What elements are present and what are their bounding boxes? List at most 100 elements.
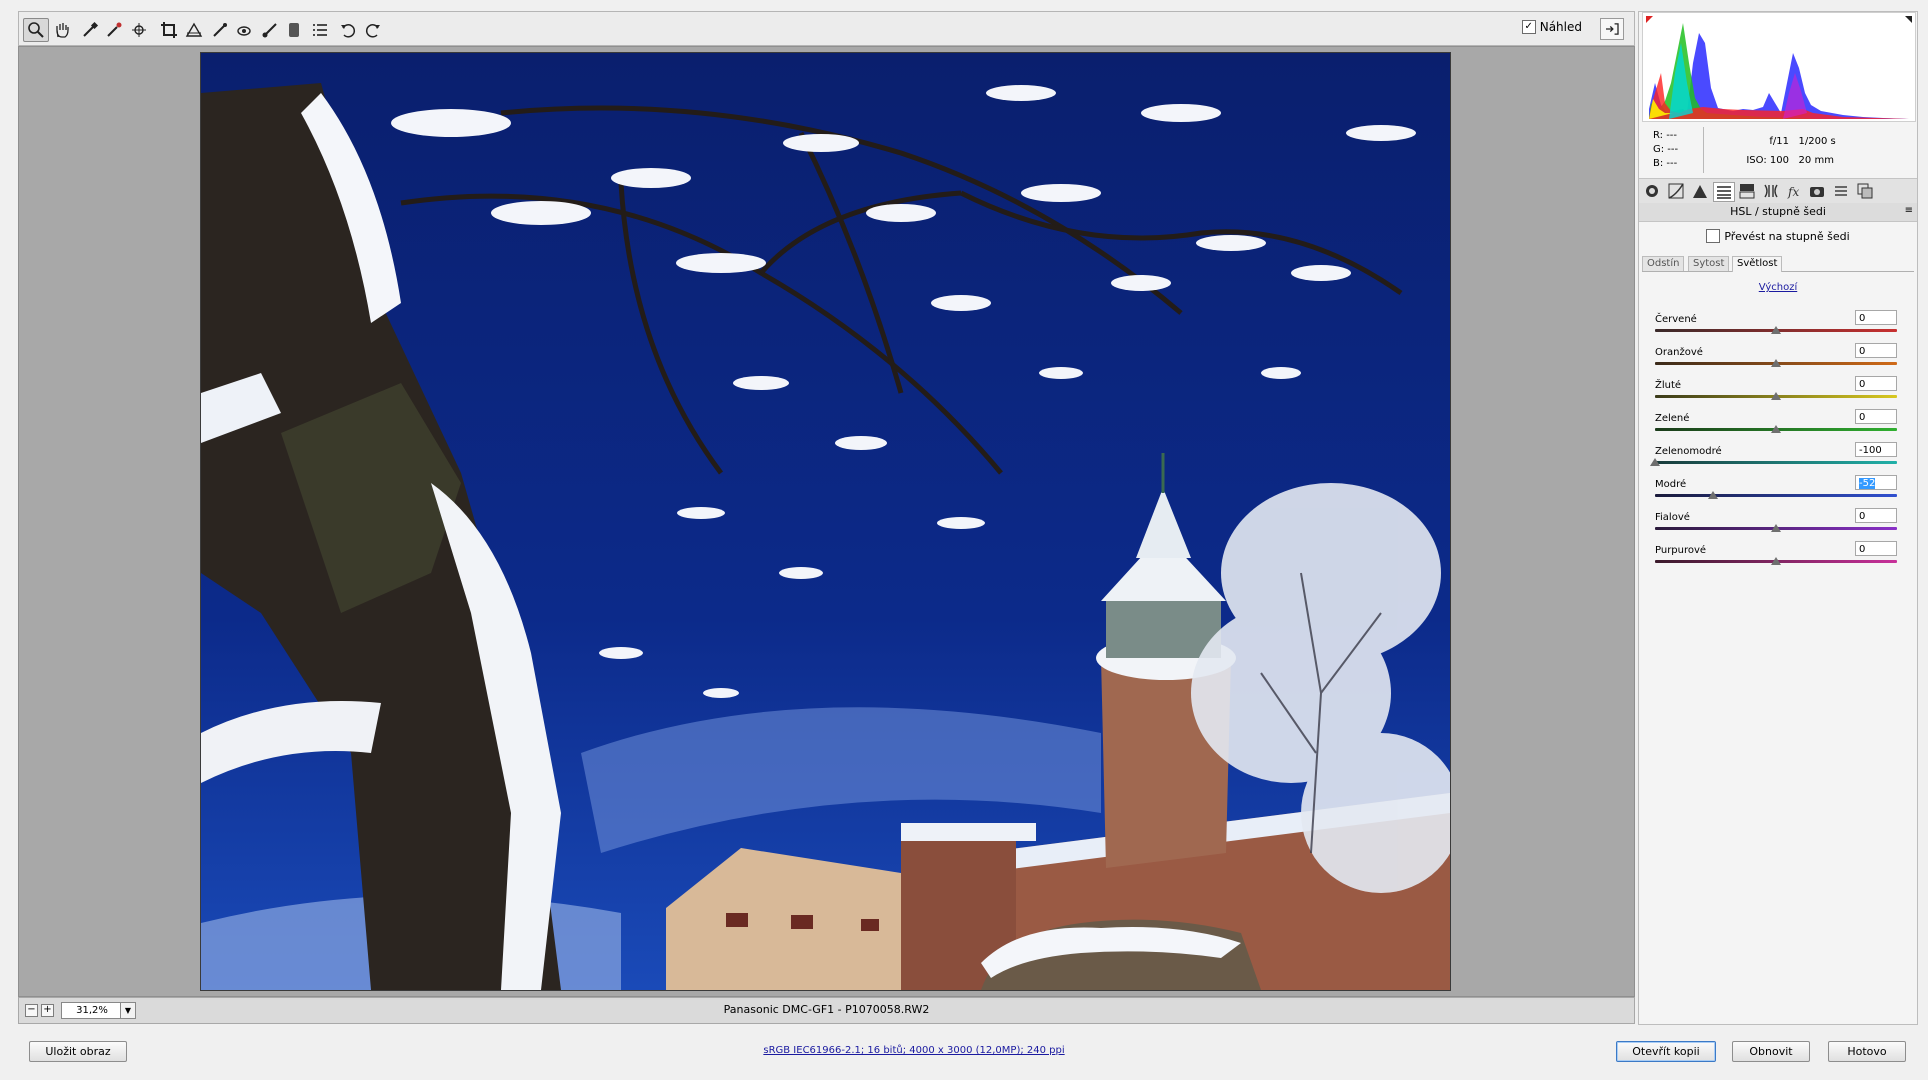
slider-label: Zelené bbox=[1655, 413, 1690, 424]
slider-thumb[interactable] bbox=[1771, 524, 1781, 532]
slider-value-field[interactable]: 0 bbox=[1855, 508, 1897, 523]
toolbar: ✓ Náhled bbox=[18, 11, 1635, 46]
slider-thumb[interactable] bbox=[1771, 392, 1781, 400]
readout-divider bbox=[1703, 127, 1704, 173]
slider-thumb[interactable] bbox=[1771, 425, 1781, 433]
done-button[interactable]: Hotovo bbox=[1828, 1041, 1906, 1062]
graduated-filter-icon[interactable] bbox=[281, 18, 307, 42]
fullscreen-icon[interactable] bbox=[1600, 18, 1624, 40]
focal-length-value: 20 mm bbox=[1798, 155, 1834, 166]
spot-removal-icon[interactable] bbox=[207, 18, 233, 42]
eyedropper-icon[interactable] bbox=[77, 18, 103, 42]
exif-info: f/11 1/200 s ISO: 100 20 mm bbox=[1743, 132, 1836, 170]
slider-value-text: 0 bbox=[1859, 313, 1866, 324]
presets-icon[interactable] bbox=[1831, 182, 1851, 200]
green-readout: G: --- bbox=[1653, 144, 1679, 155]
slider-value-field[interactable]: -100 bbox=[1855, 442, 1897, 457]
slider-label: Oranžové bbox=[1655, 347, 1703, 358]
shutter-value: 1/200 s bbox=[1798, 136, 1836, 147]
histogram bbox=[1642, 12, 1916, 122]
slider-value-field[interactable]: 0 bbox=[1855, 541, 1897, 556]
reset-button[interactable]: Obnovit bbox=[1732, 1041, 1810, 1062]
default-link[interactable]: Výchozí bbox=[1639, 282, 1917, 293]
slider-row-blue: Modré -52 bbox=[1655, 475, 1897, 511]
zoom-tool-icon[interactable] bbox=[23, 18, 49, 42]
list-icon[interactable] bbox=[307, 18, 333, 42]
slider-label: Zelenomodré bbox=[1655, 446, 1722, 457]
slider-row-aqua: Zelenomodré -100 bbox=[1650, 442, 1897, 478]
slider-value-field[interactable]: 0 bbox=[1855, 376, 1897, 391]
slider-thumb[interactable] bbox=[1771, 326, 1781, 334]
rgb-readout: R: --- G: --- B: --- bbox=[1653, 129, 1678, 171]
status-bar: − + 31,2% ▼ Panasonic DMC-GF1 - P1070058… bbox=[18, 997, 1635, 1024]
brush-icon[interactable] bbox=[257, 18, 283, 42]
lens-corrections-icon[interactable] bbox=[1761, 182, 1781, 200]
tab-luminance[interactable]: Světlost bbox=[1732, 256, 1783, 272]
panel-menu-icon[interactable]: ≡ bbox=[1905, 205, 1913, 216]
hand-icon[interactable] bbox=[49, 18, 75, 42]
slider-row-purple: Fialové 0 bbox=[1655, 508, 1897, 544]
grayscale-checkbox[interactable] bbox=[1706, 229, 1721, 243]
iso-value: ISO: 100 bbox=[1746, 155, 1789, 166]
slider-value-text: -52 bbox=[1859, 478, 1876, 489]
panel-header: HSL / stupně šedi ≡ bbox=[1639, 203, 1917, 222]
hsl-subtabs: Odstín Sytost Světlost bbox=[1642, 256, 1914, 272]
grayscale-option[interactable]: Převést na stupně šedi bbox=[1639, 229, 1917, 243]
slider-row-yellow: Žluté 0 bbox=[1655, 376, 1897, 412]
open-copy-button[interactable]: Otevřít kopii bbox=[1616, 1041, 1716, 1062]
hsl-icon[interactable] bbox=[1713, 182, 1735, 202]
slider-value-field[interactable]: 0 bbox=[1855, 409, 1897, 424]
slider-row-green: Zelené 0 bbox=[1655, 409, 1897, 445]
camera-icon[interactable] bbox=[1642, 182, 1662, 200]
slider-row-orange: Oranžové 0 bbox=[1655, 343, 1897, 379]
slider-track[interactable] bbox=[1655, 494, 1897, 497]
slider-row-magenta: Purpurové 0 bbox=[1655, 541, 1897, 577]
grayscale-label: Převést na stupně šedi bbox=[1724, 229, 1850, 243]
slider-value-text: 0 bbox=[1859, 412, 1866, 423]
slider-value-text: -100 bbox=[1859, 445, 1882, 456]
split-toning-icon[interactable] bbox=[1737, 182, 1757, 200]
color-sampler-icon[interactable] bbox=[101, 18, 127, 42]
tone-curve-icon[interactable] bbox=[1666, 182, 1686, 200]
slider-value-text: 0 bbox=[1859, 511, 1866, 522]
slider-row-red: Červené 0 bbox=[1655, 310, 1897, 346]
photo-preview[interactable] bbox=[200, 52, 1451, 991]
rotate-ccw-icon[interactable] bbox=[335, 18, 361, 42]
snapshots-icon[interactable] bbox=[1855, 182, 1875, 200]
slider-thumb[interactable] bbox=[1708, 491, 1719, 499]
slider-label: Modré bbox=[1655, 479, 1687, 490]
preview-toggle[interactable]: ✓ Náhled bbox=[1521, 20, 1582, 34]
workflow-options-link[interactable]: sRGB IEC61966-2.1; 16 bitů; 4000 x 3000 … bbox=[0, 1045, 1828, 1056]
preview-checkbox[interactable]: ✓ bbox=[1521, 20, 1536, 34]
slider-value-text: 0 bbox=[1859, 346, 1866, 357]
slider-value-text: 0 bbox=[1859, 544, 1866, 555]
slider-value-field[interactable]: 0 bbox=[1855, 310, 1897, 325]
image-canvas[interactable] bbox=[18, 46, 1635, 997]
panel-tabs: fx bbox=[1639, 178, 1917, 204]
svg-text:fx: fx bbox=[1787, 185, 1799, 199]
red-readout: R: --- bbox=[1653, 130, 1678, 141]
target-adjust-icon[interactable] bbox=[127, 18, 153, 42]
tab-saturation[interactable]: Sytost bbox=[1688, 256, 1730, 271]
straighten-icon[interactable] bbox=[181, 18, 207, 42]
camera-calibration-icon[interactable] bbox=[1807, 182, 1827, 200]
camera-info: Panasonic DMC-GF1 - P1070058.RW2 bbox=[723, 1003, 930, 1016]
rotate-cw-icon[interactable] bbox=[360, 18, 386, 42]
adjustment-panel: R: --- G: --- B: --- f/11 1/200 s ISO: 1… bbox=[1638, 11, 1918, 1025]
panel-title: HSL / stupně šedi bbox=[1730, 205, 1826, 218]
red-eye-icon[interactable] bbox=[231, 18, 257, 42]
effects-icon[interactable]: fx bbox=[1784, 182, 1804, 200]
slider-label: Purpurové bbox=[1655, 545, 1707, 556]
slider-value-field[interactable]: -52 bbox=[1855, 475, 1897, 490]
crop-icon[interactable] bbox=[156, 18, 182, 42]
slider-thumb[interactable] bbox=[1771, 557, 1781, 565]
slider-label: Žluté bbox=[1655, 380, 1682, 391]
slider-thumb[interactable] bbox=[1650, 458, 1660, 466]
blue-readout: B: --- bbox=[1653, 158, 1678, 169]
slider-track[interactable] bbox=[1655, 461, 1897, 464]
slider-thumb[interactable] bbox=[1771, 359, 1781, 367]
preview-label: Náhled bbox=[1539, 20, 1582, 34]
slider-value-field[interactable]: 0 bbox=[1855, 343, 1897, 358]
tab-hue[interactable]: Odstín bbox=[1642, 256, 1685, 271]
detail-icon[interactable] bbox=[1690, 182, 1710, 200]
